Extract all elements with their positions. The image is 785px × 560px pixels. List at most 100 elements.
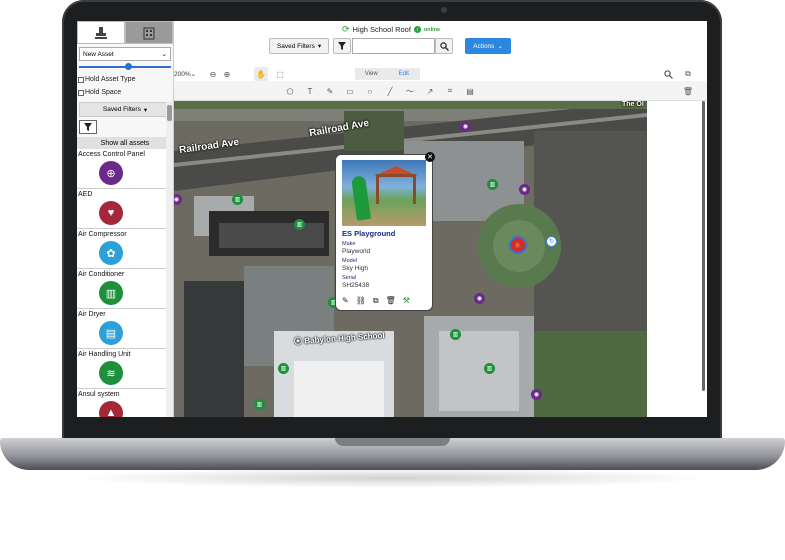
- comment-icon[interactable]: ▤: [464, 85, 476, 97]
- hold-asset-type-checkbox[interactable]: Hold Asset Type: [77, 73, 173, 86]
- link-icon[interactable]: ⛓: [356, 296, 366, 306]
- asset-type-label: Air Dryer: [78, 311, 106, 318]
- top-bar: ⟳ High School Roof i online Saved Filter…: [174, 21, 707, 67]
- select-area-icon[interactable]: ⬚: [274, 67, 286, 81]
- arrow-icon[interactable]: ↗: [424, 85, 436, 97]
- ansul-system-icon[interactable]: ▲: [99, 401, 123, 417]
- callout-icon[interactable]: ⌗: [444, 85, 456, 97]
- zoom-in-icon[interactable]: ⊕: [221, 67, 233, 81]
- map-asset-marker[interactable]: ◉: [519, 184, 530, 195]
- map-asset-marker[interactable]: ◉: [460, 121, 471, 132]
- asset-list-scrollbar[interactable]: [166, 101, 173, 417]
- aed-heart-icon[interactable]: ♥: [99, 201, 123, 225]
- asset-type-item[interactable]: Air Compressor ✿: [77, 229, 173, 269]
- air-handling-unit-icon[interactable]: ≋: [99, 361, 123, 385]
- zoom-out-icon[interactable]: ⊖: [207, 67, 219, 81]
- map-asset-marker[interactable]: ▥: [450, 329, 461, 340]
- copy-icon[interactable]: ⧉: [373, 296, 379, 306]
- caret-down-icon: ▾: [317, 43, 322, 50]
- map-asset-marker[interactable]: ▥: [487, 179, 498, 190]
- edit-icon[interactable]: ✎: [342, 296, 349, 306]
- asset-type-item[interactable]: Air Handling Unit ≋: [77, 349, 173, 389]
- map-asset-marker[interactable]: ▥: [278, 363, 289, 374]
- refresh-icon[interactable]: ⟳: [342, 24, 350, 35]
- access-control-icon[interactable]: ⊕: [99, 161, 123, 185]
- map-asset-marker[interactable]: ▥: [232, 194, 243, 205]
- map-asset-marker[interactable]: ▥: [294, 219, 305, 230]
- asset-type-list: Access Control Panel ⊕ AED ♥ Air Compressor ✿…: [77, 149, 173, 417]
- asset-type-item[interactable]: Access Control Panel ⊕: [77, 149, 173, 189]
- map-scrollbar[interactable]: [702, 101, 705, 391]
- polyline-icon[interactable]: 〜: [404, 85, 416, 97]
- laptop-mockup: New Asset ⌄ Hold Asset Type Hold Space S…: [0, 0, 785, 560]
- info-icon[interactable]: i: [413, 26, 421, 33]
- air-conditioner-icon[interactable]: ▥: [99, 281, 123, 305]
- rectangle-icon[interactable]: ▭: [344, 85, 356, 97]
- slider-knob[interactable]: [125, 63, 132, 70]
- chevron-down-icon: ⌄: [497, 43, 503, 50]
- layers-icon[interactable]: ⧉: [682, 67, 694, 81]
- asset-list-scroll-thumb[interactable]: [167, 105, 172, 121]
- text-tool-icon[interactable]: T: [304, 85, 316, 97]
- circle-icon[interactable]: ○: [364, 85, 376, 97]
- asset-type-item[interactable]: AED ♥: [77, 189, 173, 229]
- field-key: Make: [342, 241, 356, 247]
- polygon-icon[interactable]: ⬠: [284, 85, 296, 97]
- asset-type-item[interactable]: Ansul system ▲: [77, 389, 173, 417]
- filter-button[interactable]: [79, 120, 97, 134]
- tab-building[interactable]: [125, 21, 173, 44]
- pan-hand-icon[interactable]: ✋: [254, 67, 268, 81]
- filter-button[interactable]: [333, 38, 351, 54]
- air-compressor-icon[interactable]: ✿: [99, 241, 123, 265]
- trash-icon[interactable]: 🗑: [386, 296, 396, 306]
- panel-tabs: [77, 21, 173, 44]
- satellite-map[interactable]: Railroad Ave Railroad Ave ⦿ Babylon High…: [174, 101, 647, 417]
- map-asset-marker[interactable]: ▥: [484, 363, 495, 374]
- chevron-down-icon: ⌄: [190, 71, 197, 78]
- map-asset-marker[interactable]: ◉: [531, 389, 542, 400]
- view-mode-tab[interactable]: View: [355, 68, 388, 80]
- asset-photo[interactable]: [342, 160, 426, 226]
- show-all-assets[interactable]: Show all assets: [77, 137, 173, 149]
- search-icon[interactable]: [662, 67, 674, 81]
- checkbox-box[interactable]: [78, 76, 84, 83]
- line-icon[interactable]: ╱: [384, 85, 396, 97]
- selected-asset-marker[interactable]: ⛹: [509, 236, 527, 254]
- search-input[interactable]: [352, 38, 435, 54]
- asset-type-item[interactable]: Air Dryer ▤: [77, 309, 173, 349]
- asset-type-item[interactable]: Air Conditioner ▥: [77, 269, 173, 309]
- map-margin: [647, 101, 707, 417]
- asset-popup: ✕ ES Playground Make Playworld Model Sky Hi…: [335, 152, 435, 311]
- new-asset-select[interactable]: New Asset ⌄: [79, 47, 171, 61]
- close-icon[interactable]: ✕: [425, 152, 435, 162]
- zoom-dropdown[interactable]: 200% ⌄: [174, 67, 196, 81]
- field-value: Playworld: [342, 248, 371, 255]
- corner-label: The Ol: [622, 101, 644, 108]
- asset-type-label: Air Compressor: [78, 231, 127, 238]
- filter-icon: [338, 42, 346, 50]
- tools-icon[interactable]: ⚒: [403, 296, 410, 306]
- saved-filters-dropdown[interactable]: Saved Filters ▾: [269, 38, 329, 54]
- size-slider[interactable]: [79, 63, 171, 70]
- stamp-icon: [95, 26, 107, 39]
- camera-icon: [441, 7, 447, 13]
- rotate-handle-icon[interactable]: ↻: [546, 236, 557, 247]
- field-key: Model: [342, 258, 357, 264]
- field-key: Serial: [342, 275, 357, 281]
- map-asset-marker[interactable]: ▥: [254, 399, 265, 410]
- saved-filters-button[interactable]: Saved Filters ▾: [79, 102, 171, 117]
- pen-icon[interactable]: ✎: [324, 85, 336, 97]
- laptop-shadow: [70, 468, 715, 488]
- trash-icon[interactable]: 🗑: [682, 85, 694, 97]
- hold-space-checkbox[interactable]: Hold Space: [77, 86, 173, 99]
- air-dryer-icon[interactable]: ▤: [99, 321, 123, 345]
- map-asset-marker[interactable]: ◉: [474, 293, 485, 304]
- asset-type-label: Air Handling Unit: [78, 351, 131, 358]
- search-button[interactable]: [435, 38, 453, 54]
- checkbox-box[interactable]: [78, 89, 84, 96]
- actions-button[interactable]: Actions ⌄: [465, 38, 511, 54]
- tab-stamp[interactable]: [77, 21, 125, 44]
- edit-mode-tab[interactable]: Edit: [388, 68, 421, 80]
- saved-filters-label: Saved Filters: [102, 106, 141, 113]
- drawing-toolbar: ⬠ T ✎ ▭ ○ ╱ 〜 ↗ ⌗ ▤ 🗑: [174, 81, 707, 101]
